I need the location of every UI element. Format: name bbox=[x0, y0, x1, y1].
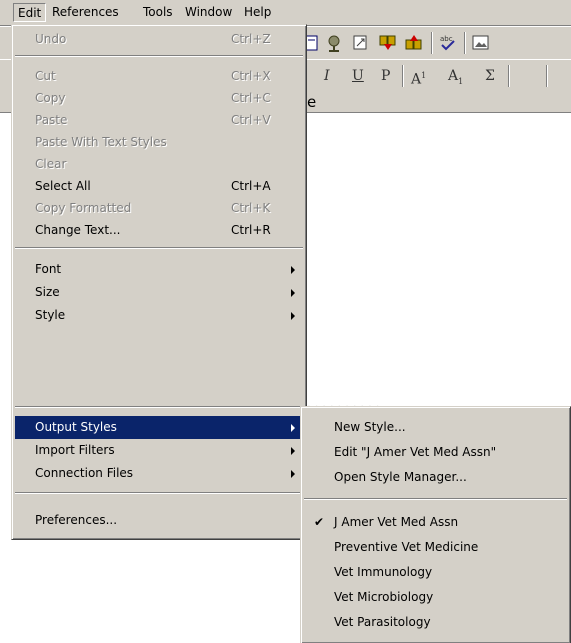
submenu-arrow-icon bbox=[291, 312, 295, 320]
checkmark-icon: ✔ bbox=[314, 515, 325, 529]
menu-item-shortcut: Ctrl+K bbox=[231, 201, 271, 215]
menu-item-shortcut: Ctrl+Z bbox=[231, 32, 271, 46]
menu-item-label: Edit "J Amer Vet Med Assn" bbox=[334, 445, 497, 459]
menu-item-copy[interactable]: Copy Ctrl+C bbox=[15, 87, 303, 110]
menu-item-label: Change Text... bbox=[35, 223, 121, 237]
menu-item-shortcut: Ctrl+A bbox=[231, 179, 271, 193]
toolbar-separator bbox=[464, 32, 466, 54]
menu-item-shortcut: Ctrl+V bbox=[231, 113, 271, 127]
submenu-arrow-icon bbox=[291, 447, 295, 455]
menu-item-label: Select All bbox=[35, 179, 91, 193]
menu-item-style[interactable]: Style bbox=[15, 304, 303, 327]
menu-item-edit-style[interactable]: Edit "J Amer Vet Med Assn" bbox=[304, 441, 567, 464]
menu-references[interactable]: References bbox=[48, 3, 123, 22]
menu-item-paste-with-text-styles[interactable]: Paste With Text Styles bbox=[15, 131, 303, 154]
menu-item-label: Font bbox=[35, 262, 62, 276]
menu-item-label: New Style... bbox=[334, 420, 406, 434]
menu-item-copy-formatted[interactable]: Copy Formatted Ctrl+K bbox=[15, 197, 303, 220]
menu-item-shortcut: Ctrl+R bbox=[231, 223, 271, 237]
underline-button[interactable]: U bbox=[352, 66, 364, 86]
menu-item-shortcut: Ctrl+C bbox=[231, 91, 271, 105]
toolbar-separator bbox=[431, 32, 433, 54]
menu-item-label: Size bbox=[35, 285, 60, 299]
style-item-label: Vet Immunology bbox=[334, 565, 433, 579]
submenu-arrow-icon bbox=[291, 266, 295, 274]
insert-citation-icon[interactable] bbox=[377, 33, 399, 53]
menu-item-change-text[interactable]: Change Text... Ctrl+R bbox=[15, 219, 303, 242]
output-styles-submenu: New Style... Edit "J Amer Vet Med Assn" … bbox=[300, 406, 571, 643]
link-document-icon[interactable] bbox=[350, 33, 372, 53]
menu-item-import-filters[interactable]: Import Filters bbox=[15, 439, 303, 462]
style-item-label: Preventive Vet Medicine bbox=[334, 540, 479, 554]
menu-edit[interactable]: Edit bbox=[13, 3, 47, 22]
menu-item-connection-files[interactable]: Connection Files bbox=[15, 462, 303, 485]
menu-separator bbox=[15, 55, 303, 57]
menu-item-preferences[interactable]: Preferences... bbox=[15, 509, 303, 532]
style-item[interactable]: Vet Immunology bbox=[304, 561, 567, 584]
menu-item-label: Open Style Manager... bbox=[334, 470, 467, 484]
style-item[interactable]: ✔ J Amer Vet Med Assn bbox=[304, 511, 567, 534]
style-item[interactable]: Vet Microbiology bbox=[304, 586, 567, 609]
submenu-arrow-icon bbox=[291, 470, 295, 478]
menu-item-label: Paste With Text Styles bbox=[35, 135, 167, 149]
submenu-arrow-icon bbox=[291, 289, 295, 297]
spellcheck-icon[interactable]: abc bbox=[437, 33, 459, 53]
subscript-label: A bbox=[448, 68, 459, 84]
toolbar-separator bbox=[546, 65, 548, 87]
italic-button[interactable]: I bbox=[324, 66, 330, 86]
header-text-fragment: e bbox=[307, 93, 317, 111]
symbol-button[interactable]: Σ bbox=[485, 66, 495, 86]
style-item[interactable]: Preventive Vet Medicine bbox=[304, 536, 567, 559]
edit-menu: Undo Ctrl+Z Cut Ctrl+X Copy Ctrl+C Paste… bbox=[11, 24, 307, 540]
menu-item-label: Connection Files bbox=[35, 466, 134, 480]
menu-item-font[interactable]: Font bbox=[15, 258, 303, 281]
menu-item-label: Cut bbox=[35, 69, 56, 83]
menu-separator bbox=[304, 498, 567, 500]
menu-item-clear[interactable]: Clear bbox=[15, 153, 303, 176]
style-item-label: J Amer Vet Med Assn bbox=[334, 515, 459, 529]
menu-help[interactable]: Help bbox=[240, 3, 275, 22]
menu-item-select-all[interactable]: Select All Ctrl+A bbox=[15, 175, 303, 198]
menu-bar: Edit References Tools Window Help bbox=[0, 0, 571, 26]
superscript-mark: 1 bbox=[421, 71, 427, 80]
submenu-arrow-icon bbox=[291, 424, 295, 432]
subscript-mark: 1 bbox=[458, 76, 464, 86]
plain-button[interactable]: P bbox=[381, 66, 390, 86]
menu-item-cut[interactable]: Cut Ctrl+X bbox=[15, 65, 303, 88]
menu-item-undo[interactable]: Undo Ctrl+Z bbox=[15, 28, 303, 51]
menu-separator bbox=[15, 406, 303, 408]
superscript-button[interactable]: A1 bbox=[411, 66, 427, 88]
toolbar-separator bbox=[402, 65, 404, 87]
toolbar-separator bbox=[508, 65, 510, 87]
menu-item-output-styles[interactable]: Output Styles bbox=[15, 416, 303, 439]
image-icon[interactable] bbox=[470, 33, 492, 53]
menu-item-label: Clear bbox=[35, 157, 67, 171]
svg-text:abc: abc bbox=[440, 35, 453, 43]
menu-item-shortcut: Ctrl+X bbox=[231, 69, 271, 83]
menu-item-label: Paste bbox=[35, 113, 68, 127]
menu-item-new-style[interactable]: New Style... bbox=[304, 416, 567, 439]
menu-item-open-style-manager[interactable]: Open Style Manager... bbox=[304, 466, 567, 489]
style-item-label: Vet Parasitology bbox=[334, 615, 431, 629]
menu-window[interactable]: Window bbox=[181, 3, 236, 22]
menu-item-label: Copy bbox=[35, 91, 66, 105]
menu-item-label: Import Filters bbox=[35, 443, 115, 457]
format-bibliography-icon[interactable] bbox=[403, 33, 425, 53]
menu-item-paste[interactable]: Paste Ctrl+V bbox=[15, 109, 303, 132]
globe-pin-icon[interactable] bbox=[323, 33, 345, 53]
style-item[interactable]: Vet Parasitology bbox=[304, 611, 567, 634]
menu-item-size[interactable]: Size bbox=[15, 281, 303, 304]
menu-tools[interactable]: Tools bbox=[139, 3, 177, 22]
menu-item-label: Preferences... bbox=[35, 513, 118, 527]
menu-item-label: Output Styles bbox=[35, 420, 117, 434]
menu-separator bbox=[15, 247, 303, 249]
style-item-label: Vet Microbiology bbox=[334, 590, 434, 604]
subscript-button[interactable]: A1 bbox=[448, 66, 463, 86]
menu-item-label: Undo bbox=[35, 32, 67, 46]
menu-item-label: Copy Formatted bbox=[35, 201, 132, 215]
menu-separator bbox=[15, 492, 303, 494]
menu-item-label: Style bbox=[35, 308, 66, 322]
superscript-label: A bbox=[411, 71, 422, 88]
